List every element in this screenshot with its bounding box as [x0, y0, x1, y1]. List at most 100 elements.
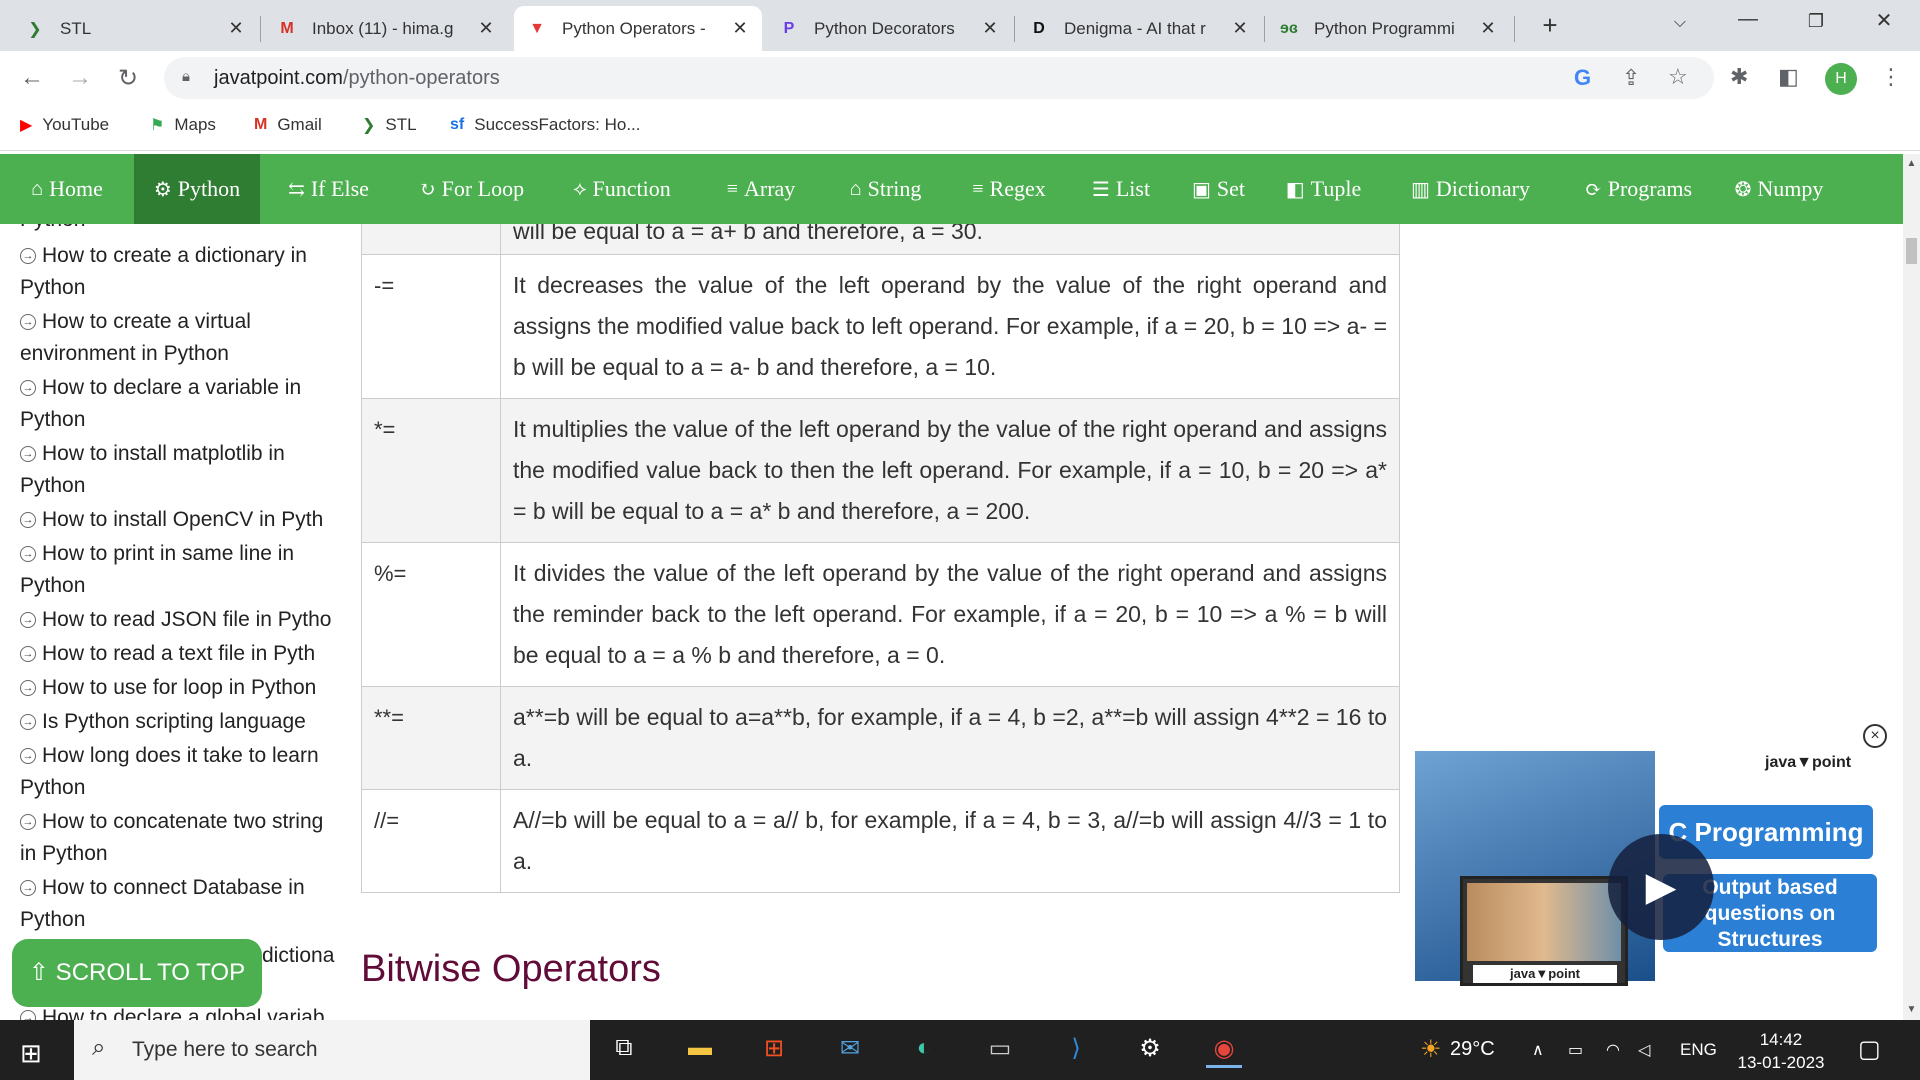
- site-nav-regex[interactable]: ≡ Regex: [947, 154, 1071, 224]
- site-nav-set[interactable]: ▣ Set: [1171, 154, 1266, 224]
- sidebar-link[interactable]: → How to create a virtual: [20, 306, 338, 338]
- sidebar-link[interactable]: → How long does it take to learn: [20, 740, 338, 772]
- site-nav-programs[interactable]: ⟳ Programs: [1560, 154, 1717, 224]
- scroll-to-top-button[interactable]: ⇧ SCROLL TO TOP: [12, 939, 262, 1007]
- reload-button[interactable]: ↻: [112, 64, 144, 93]
- sidebar-link-continuation[interactable]: Python: [20, 470, 338, 502]
- sidebar-link[interactable]: → How to connect Database in: [20, 872, 338, 904]
- tab-close-icon[interactable]: ✕: [730, 18, 750, 39]
- side-panel-icon[interactable]: ◧: [1778, 64, 1799, 90]
- sidebar-link-continuation[interactable]: Python: [20, 904, 338, 936]
- settings-gear-icon[interactable]: ⚙: [1132, 1034, 1168, 1068]
- sidebar-link-continuation[interactable]: Python: [20, 224, 338, 236]
- tab-search-chevron-icon[interactable]: ⌵: [1660, 14, 1700, 32]
- sidebar-link[interactable]: → How to create a dictionary in: [20, 240, 338, 272]
- bookmark-item[interactable]: sf SuccessFactors: Ho...: [450, 115, 641, 135]
- chrome-icon[interactable]: ◉: [1206, 1034, 1242, 1068]
- browser-tab[interactable]: ▼ Python Operators - ✕: [514, 6, 762, 51]
- google-translate-icon[interactable]: G: [1574, 65, 1591, 91]
- sidebar-link[interactable]: → Is Python scripting language: [20, 706, 338, 738]
- site-nav-if-else[interactable]: ⇆ If Else: [260, 154, 397, 224]
- tab-close-icon[interactable]: ✕: [1478, 18, 1498, 39]
- sidebar-link[interactable]: → How to install OpenCV in Pyth: [20, 504, 338, 536]
- site-nav-string[interactable]: ⌂ String: [824, 154, 947, 224]
- weather-temperature[interactable]: 29°C: [1450, 1038, 1495, 1061]
- browser-tab[interactable]: M Inbox (11) - hima.g ✕: [264, 6, 508, 51]
- windows-start-icon[interactable]: ⊞: [20, 1038, 42, 1069]
- site-nav-for-loop[interactable]: ↻ For Loop: [397, 154, 546, 224]
- terminal-icon[interactable]: ▭: [982, 1034, 1018, 1068]
- microsoft-store-icon[interactable]: ⊞: [756, 1034, 792, 1068]
- site-nav-python[interactable]: ⚙ Python: [134, 154, 260, 224]
- sidebar-link-continuation[interactable]: Python: [20, 272, 338, 304]
- browser-tab[interactable]: P Python Decorators ✕: [766, 6, 1012, 51]
- bookmark-item[interactable]: ❯ STL: [362, 115, 417, 135]
- share-icon[interactable]: ⇪: [1622, 65, 1640, 91]
- bookmark-item[interactable]: ⚑ Maps: [150, 115, 216, 135]
- lock-icon[interactable]: 🔒︎: [182, 68, 190, 85]
- sidebar-link-continuation[interactable]: Python: [20, 404, 338, 436]
- back-button[interactable]: ←: [16, 64, 48, 92]
- site-nav-array[interactable]: ≡ Array: [698, 154, 824, 224]
- extensions-puzzle-icon[interactable]: ✱: [1730, 64, 1748, 90]
- sidebar-link-continuation[interactable]: in Python: [20, 838, 338, 870]
- sidebar-link[interactable]: → How to read a text file in Pyth: [20, 638, 338, 670]
- menu-kebab-icon[interactable]: ⋮: [1880, 64, 1902, 90]
- bookmark-item[interactable]: ▶ YouTube: [20, 115, 109, 135]
- tab-close-icon[interactable]: ✕: [980, 18, 1000, 39]
- sidebar-link[interactable]: → How to read JSON file in Pytho: [20, 604, 338, 636]
- file-explorer-icon[interactable]: ▬: [682, 1034, 718, 1068]
- sidebar-link[interactable]: → How to use for loop in Python: [20, 672, 338, 704]
- weather-icon[interactable]: ☀: [1420, 1035, 1442, 1064]
- scrollbar-thumb[interactable]: [1906, 238, 1917, 264]
- tab-close-icon[interactable]: ✕: [226, 18, 246, 39]
- sidebar-link-continuation[interactable]: Python: [20, 772, 338, 804]
- battery-icon[interactable]: ▭: [1568, 1040, 1583, 1060]
- scroll-up-icon[interactable]: ▲: [1903, 158, 1920, 169]
- profile-avatar[interactable]: H: [1825, 63, 1857, 95]
- tray-chevron-icon[interactable]: ∧: [1532, 1040, 1544, 1060]
- ad-thumbnail[interactable]: java▼point: [1460, 876, 1628, 986]
- ad-close-icon[interactable]: ×: [1863, 724, 1887, 748]
- taskbar-clock[interactable]: 14:42 13-01-2023: [1734, 1028, 1828, 1074]
- sidebar-link-continuation[interactable]: dictiona: [262, 940, 340, 972]
- taskbar-search-box[interactable]: ⌕ Type here to search: [74, 1020, 590, 1080]
- volume-icon[interactable]: ◁: [1638, 1040, 1650, 1060]
- site-nav-home[interactable]: ⌂ Home: [0, 154, 134, 224]
- notifications-icon[interactable]: ▢: [1858, 1035, 1881, 1064]
- address-bar[interactable]: 🔒︎ javatpoint.com/python-operators G ⇪ ☆: [164, 57, 1714, 99]
- site-nav-dictionary[interactable]: ▥ Dictionary: [1381, 154, 1560, 224]
- forward-button[interactable]: →: [64, 64, 96, 92]
- browser-tab[interactable]: ɘɞ Python Programmi ✕: [1266, 6, 1510, 51]
- address-url[interactable]: javatpoint.com/python-operators: [214, 67, 500, 90]
- page-scrollbar[interactable]: ▲ ▼: [1903, 154, 1920, 1020]
- close-window-button[interactable]: ✕: [1864, 8, 1904, 33]
- site-nav-tuple[interactable]: ◧ Tuple: [1266, 154, 1381, 224]
- new-tab-button[interactable]: +: [1530, 10, 1570, 41]
- site-nav-function[interactable]: ⟡ Function: [546, 154, 698, 224]
- sidebar-link-continuation[interactable]: Python: [20, 570, 338, 602]
- sidebar-link-continuation[interactable]: environment in Python: [20, 338, 338, 370]
- bookmark-star-icon[interactable]: ☆: [1668, 64, 1688, 90]
- edge-icon[interactable]: ◐: [906, 1034, 942, 1068]
- tab-close-icon[interactable]: ✕: [1230, 18, 1250, 39]
- tab-close-icon[interactable]: ✕: [476, 18, 496, 39]
- vscode-icon[interactable]: ⟩: [1058, 1034, 1094, 1068]
- restore-button[interactable]: ❐: [1796, 11, 1836, 32]
- language-indicator[interactable]: ENG: [1680, 1040, 1717, 1060]
- browser-tab[interactable]: ❯ STL ✕: [12, 6, 258, 51]
- sidebar-link[interactable]: → How to install matplotlib in: [20, 438, 338, 470]
- sidebar-link[interactable]: → How to declare a variable in: [20, 372, 338, 404]
- scroll-down-icon[interactable]: ▼: [1903, 1004, 1920, 1015]
- site-nav-numpy[interactable]: ❂ Numpy: [1717, 154, 1841, 224]
- sidebar-link[interactable]: → How to concatenate two string: [20, 806, 338, 838]
- play-icon[interactable]: ▶: [1608, 834, 1714, 940]
- site-nav-list[interactable]: ☰ List: [1071, 154, 1171, 224]
- wifi-icon[interactable]: ◠: [1606, 1040, 1620, 1060]
- bookmark-item[interactable]: M Gmail: [254, 115, 322, 135]
- sidebar-link[interactable]: → How to print in same line in: [20, 538, 338, 570]
- mail-icon[interactable]: ✉: [832, 1034, 868, 1068]
- minimize-button[interactable]: —: [1728, 8, 1768, 31]
- browser-tab[interactable]: D Denigma - AI that r ✕: [1016, 6, 1262, 51]
- task-view-icon[interactable]: ⧉: [606, 1034, 642, 1068]
